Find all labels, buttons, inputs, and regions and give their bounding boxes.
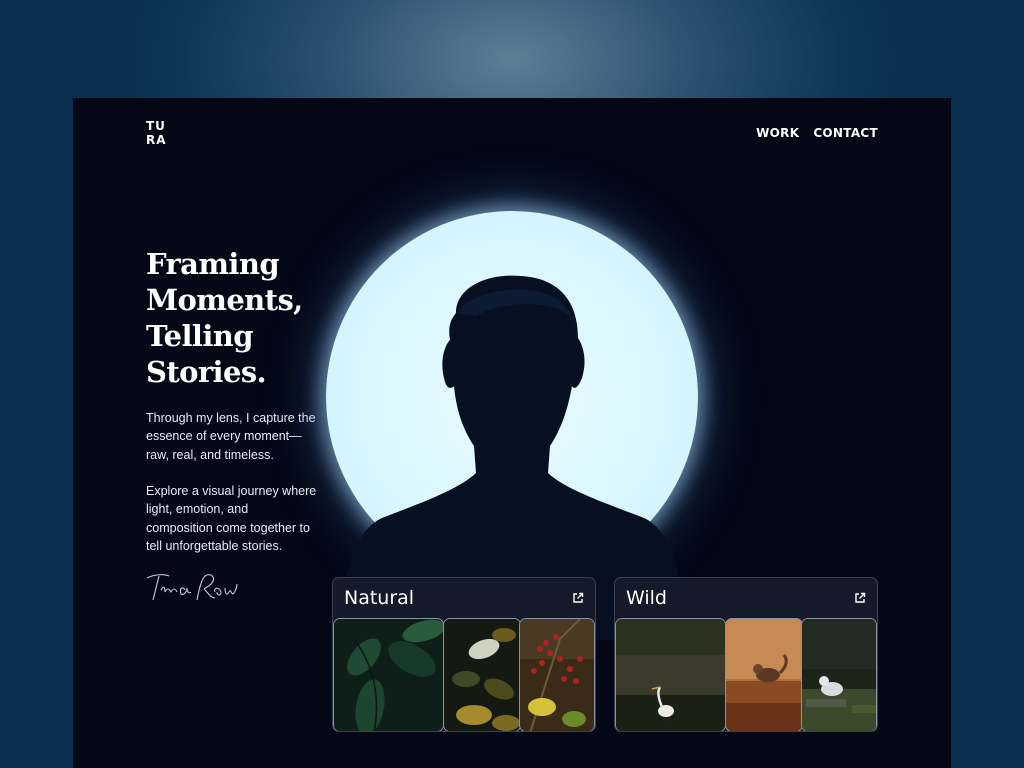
signature (145, 570, 239, 608)
nav-contact-link[interactable]: CONTACT (813, 126, 878, 140)
card-header: Wild (615, 578, 877, 618)
external-link-icon[interactable] (572, 592, 584, 604)
hero-title-line: Moments, (146, 283, 303, 317)
natural-card[interactable]: Natural (332, 577, 596, 732)
intro-line: Through my lens, I capture the (146, 411, 316, 425)
thumbnail-strip (615, 618, 877, 731)
explore-line: tell unforgettable stories. (146, 538, 283, 553)
red-berries-photo[interactable] (519, 618, 595, 731)
wild-card[interactable]: Wild (614, 577, 878, 732)
white-cat-photo[interactable] (801, 618, 877, 731)
hero-title: Framing Moments, Telling Stories. (146, 246, 346, 390)
intro-line: raw, real, and timeless. (146, 447, 274, 462)
nav-work-link[interactable]: WORK (756, 126, 799, 140)
tura-logo[interactable]: TU RA (146, 119, 170, 147)
intro-paragraph: Through my lens, I capture the essence o… (146, 409, 326, 464)
dark-foliage-photo[interactable] (443, 618, 521, 731)
explore-line: composition come together to (146, 520, 310, 535)
signature-script-image (146, 574, 238, 601)
top-nav: WORK CONTACT (756, 126, 878, 140)
green-leaves-photo[interactable] (333, 618, 444, 731)
thumbnail-strip (333, 618, 595, 731)
external-link-icon[interactable] (854, 592, 866, 604)
logo-line-2: RA (146, 133, 167, 147)
card-title: Natural (344, 587, 415, 609)
chipmunk-photo[interactable] (725, 618, 803, 731)
hero-title-line: Framing (146, 247, 280, 281)
egret-photo[interactable] (615, 618, 726, 731)
hero-title-line: Stories. (146, 355, 267, 389)
card-header: Natural (333, 578, 595, 618)
page-frame: TU RA WORK CONTACT Framing Moments, Tell… (73, 98, 951, 768)
intro-line: essence of every moment— (146, 429, 302, 444)
explore-line: light, emotion, and (146, 502, 249, 517)
explore-line: Explore a visual journey where (146, 484, 317, 498)
hero-title-line: Telling (146, 319, 254, 353)
card-title: Wild (626, 587, 667, 609)
logo-line-1: TU (146, 119, 166, 133)
explore-paragraph: Explore a visual journey where light, em… (146, 482, 326, 555)
